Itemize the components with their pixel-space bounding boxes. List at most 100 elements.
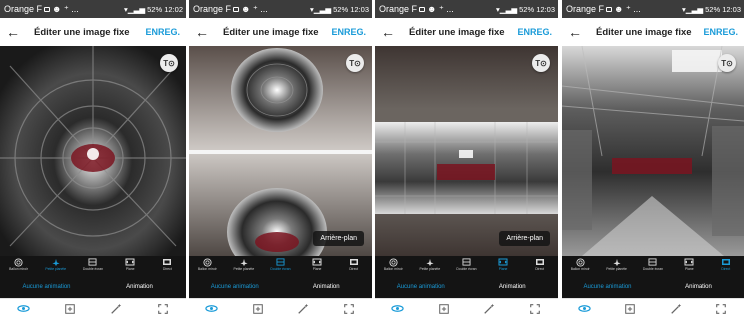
mode-label: Plane bbox=[685, 267, 694, 271]
rotate-lock-icon[interactable]: T⊙ bbox=[718, 54, 736, 72]
panorama-preview[interactable]: T⊙ bbox=[0, 46, 186, 256]
mode-double-screen[interactable]: Double écran bbox=[635, 258, 671, 271]
status-bar: Orange F ☻ ⁺ ... ▾▁▃▅ 52% 12:03 bbox=[189, 0, 372, 18]
panorama-preview[interactable]: T⊙ bbox=[562, 46, 744, 256]
status-bar: Orange F ☻ ⁺ ... ▾▁▃▅ 52% 12:03 bbox=[562, 0, 744, 18]
projection-mode-bar: Ballon miroir Petite planète Double écra… bbox=[0, 256, 186, 276]
fullscreen-icon[interactable] bbox=[528, 302, 542, 316]
mode-double-screen[interactable]: Double écran bbox=[74, 258, 111, 271]
rotate-lock-icon[interactable]: T⊙ bbox=[532, 54, 550, 72]
back-arrow-icon[interactable]: ← bbox=[568, 25, 588, 39]
mode-label: Direct bbox=[535, 267, 545, 271]
app-bar: ← Éditer une image fixe ENREG. bbox=[0, 18, 186, 46]
mode-mirror-ball[interactable]: Ballon miroir bbox=[375, 257, 412, 271]
mode-mirror-ball[interactable]: Ballon miroir bbox=[189, 257, 226, 271]
app-bar: ← Éditer une image fixe ENREG. bbox=[189, 18, 372, 46]
mode-direct[interactable]: Direct bbox=[335, 258, 372, 271]
mode-little-planet[interactable]: Petite planète bbox=[598, 258, 634, 271]
signal-icon: ▾▁▃▅ bbox=[496, 4, 518, 14]
save-button[interactable]: ENREG. bbox=[517, 27, 552, 37]
save-button[interactable]: ENREG. bbox=[703, 27, 738, 37]
mode-double-screen[interactable]: Double écran bbox=[448, 258, 485, 271]
little-planet-icon bbox=[239, 258, 249, 266]
tab-animation[interactable]: Animation bbox=[281, 284, 373, 290]
save-button[interactable]: ENREG. bbox=[145, 27, 180, 37]
mode-label: Double écran bbox=[270, 267, 291, 271]
view-360-icon[interactable] bbox=[578, 302, 592, 316]
save-button[interactable]: ENREG. bbox=[331, 27, 366, 37]
panorama-preview[interactable]: T⊙ Arrière-plan bbox=[375, 46, 558, 256]
view-360-icon[interactable] bbox=[391, 302, 405, 316]
tab-animation[interactable]: Animation bbox=[653, 284, 744, 290]
magic-wand-icon[interactable] bbox=[669, 302, 683, 316]
back-arrow-icon[interactable]: ← bbox=[381, 25, 401, 39]
mode-label: Ballon miroir bbox=[383, 267, 403, 271]
plane-projection-image bbox=[375, 46, 558, 256]
mirror-ball-icon bbox=[388, 257, 398, 267]
little-planet-icon bbox=[51, 258, 61, 266]
double-screen-icon bbox=[461, 258, 471, 266]
tab-no-animation[interactable]: Aucune animation bbox=[0, 284, 93, 290]
mirror-ball-icon bbox=[575, 257, 585, 267]
mode-mirror-ball[interactable]: Ballon miroir bbox=[0, 257, 37, 271]
add-frame-icon[interactable] bbox=[251, 302, 265, 316]
mode-little-planet[interactable]: Petite planète bbox=[37, 258, 74, 271]
screenshot-strip: Orange F ☻ ⁺ ... ▾▁▃▅ 52% 12:02 ← Éditer u… bbox=[0, 0, 744, 318]
back-arrow-icon[interactable]: ← bbox=[6, 25, 26, 39]
rotate-lock-icon[interactable]: T⊙ bbox=[346, 54, 364, 72]
background-chip[interactable]: Arrière-plan bbox=[313, 231, 364, 246]
double-screen-icon bbox=[275, 258, 285, 266]
mode-label: Petite planète bbox=[233, 267, 255, 271]
add-frame-icon[interactable] bbox=[623, 302, 637, 316]
mode-double-screen[interactable]: Double écran bbox=[262, 258, 299, 271]
mode-label: Double écran bbox=[456, 267, 477, 271]
mode-plane[interactable]: Plane bbox=[299, 258, 336, 271]
projection-mode-bar: Ballon miroir Petite planète Double écra… bbox=[375, 256, 558, 276]
tab-no-animation[interactable]: Aucune animation bbox=[375, 284, 467, 290]
add-frame-icon[interactable] bbox=[437, 302, 451, 316]
tab-animation[interactable]: Animation bbox=[93, 284, 186, 290]
mode-label: Plane bbox=[312, 267, 322, 271]
tab-no-animation[interactable]: Aucune animation bbox=[562, 284, 653, 290]
view-360-icon[interactable] bbox=[205, 302, 219, 316]
little-planet-icon bbox=[612, 258, 622, 266]
page-title: Éditer une image fixe bbox=[596, 26, 692, 38]
mode-direct[interactable]: Direct bbox=[149, 258, 186, 271]
magic-wand-icon[interactable] bbox=[109, 302, 123, 316]
mode-direct[interactable]: Direct bbox=[708, 258, 744, 271]
rotate-lock-icon[interactable]: T⊙ bbox=[160, 54, 178, 72]
mirror-ball-icon bbox=[14, 257, 24, 267]
mode-label: Ballon miroir bbox=[570, 267, 590, 271]
view-360-icon[interactable] bbox=[16, 302, 30, 316]
mode-plane[interactable]: Plane bbox=[671, 258, 707, 271]
signal-icon: ▾▁▃▅ bbox=[310, 4, 332, 14]
tab-no-animation[interactable]: Aucune animation bbox=[189, 284, 281, 290]
mode-little-planet[interactable]: Petite planète bbox=[226, 258, 263, 271]
magic-wand-icon[interactable] bbox=[482, 302, 496, 316]
projection-mode-bar: Ballon miroir Petite planète Double écra… bbox=[189, 256, 372, 276]
mode-plane[interactable]: Plane bbox=[485, 258, 522, 271]
back-arrow-icon[interactable]: ← bbox=[195, 25, 215, 39]
notification-icon: ☻ ⁺ ... bbox=[427, 3, 454, 14]
tab-animation[interactable]: Animation bbox=[467, 284, 559, 290]
magic-wand-icon[interactable] bbox=[296, 302, 310, 316]
mode-little-planet[interactable]: Petite planète bbox=[412, 258, 449, 271]
mode-label: Double écran bbox=[642, 267, 664, 271]
panorama-preview[interactable]: T⊙ Arrière-plan bbox=[189, 46, 372, 256]
fullscreen-icon[interactable] bbox=[714, 302, 728, 316]
mode-plane[interactable]: Plane bbox=[112, 258, 149, 271]
bottom-nav bbox=[562, 298, 744, 318]
background-chip[interactable]: Arrière-plan bbox=[499, 231, 550, 246]
phone-screen-4: Orange F ☻ ⁺ ... ▾▁▃▅ 52% 12:03 ← Éditer u… bbox=[562, 0, 744, 318]
notification-icon: ☻ ⁺ ... bbox=[241, 3, 268, 14]
mode-direct[interactable]: Direct bbox=[521, 258, 558, 271]
mode-mirror-ball[interactable]: Ballon miroir bbox=[562, 257, 598, 271]
fullscreen-icon[interactable] bbox=[156, 302, 170, 316]
carrier-name: Orange F bbox=[4, 4, 43, 14]
direct-icon bbox=[162, 258, 172, 266]
fullscreen-icon[interactable] bbox=[342, 302, 356, 316]
add-frame-icon[interactable] bbox=[63, 302, 77, 316]
carrier-name: Orange F bbox=[193, 4, 232, 14]
little-planet-image bbox=[0, 46, 186, 256]
mode-label: Direct bbox=[162, 267, 172, 271]
